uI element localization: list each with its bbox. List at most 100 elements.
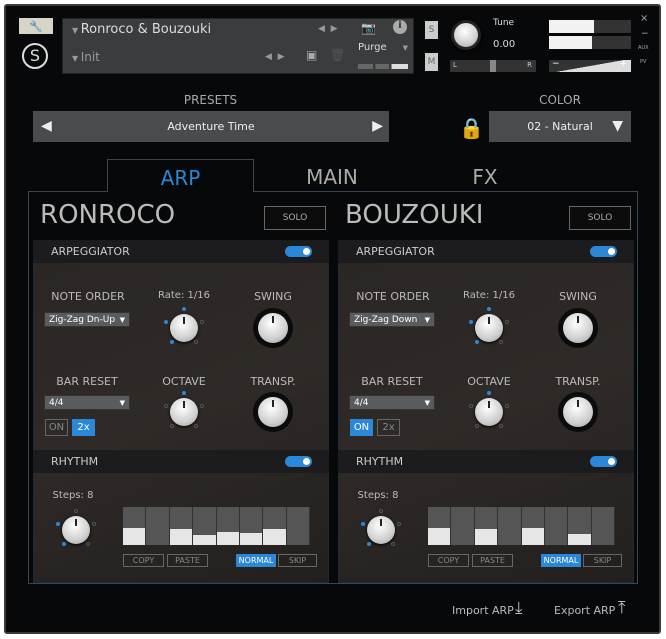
close-button[interactable]: × (640, 13, 648, 24)
step-level (193, 534, 216, 545)
rate-knob-indicator-dot (475, 340, 479, 344)
wrench-icon[interactable]: 🔧 (19, 18, 53, 34)
preset-prev-icon[interactable]: ◀ (41, 118, 52, 134)
step-cell[interactable] (193, 507, 217, 545)
arpeggiator-toggle[interactable] (285, 246, 312, 257)
slot-prev-next[interactable]: ◀ ▶ (265, 52, 285, 62)
purge-dropdown[interactable]: Purge ▼ (358, 42, 408, 53)
save-icon[interactable]: ▣ (306, 48, 317, 62)
mute-button[interactable]: M (425, 53, 438, 71)
copy-button[interactable]: COPY (123, 554, 164, 567)
pan-handle[interactable] (490, 60, 496, 72)
step-cell[interactable] (428, 507, 452, 545)
bar-reset-on-button[interactable]: ON (350, 419, 373, 436)
step-cell[interactable] (591, 507, 615, 545)
step-cell[interactable] (521, 507, 545, 545)
solo-button[interactable]: S (425, 21, 438, 39)
step-cell[interactable] (568, 507, 592, 545)
delete-icon[interactable]: 🗑 (330, 48, 345, 62)
instrument-prev-next[interactable]: ◀ ▶ (318, 24, 338, 34)
octave-knob-indicator-dot (164, 404, 168, 408)
chevron-down-icon: ▼ (612, 118, 623, 134)
paste-button[interactable]: PASTE (167, 554, 208, 567)
step-level (263, 529, 286, 545)
step-cell[interactable] (286, 507, 310, 545)
rhythm-toggle[interactable] (285, 456, 312, 467)
step-cell[interactable] (263, 507, 287, 545)
rhythm-toggle[interactable] (590, 456, 617, 467)
step-cell[interactable] (146, 507, 170, 545)
rate-knob[interactable] (170, 314, 198, 342)
steps-label: Steps: 8 (357, 490, 399, 501)
octave-knob[interactable] (170, 398, 198, 426)
steps-knob-indicator-dot (56, 522, 60, 526)
camera-icon[interactable]: 📷 (361, 21, 376, 35)
upload-icon[interactable]: ⤒ (618, 598, 626, 618)
step-cell[interactable] (544, 507, 569, 545)
steps-knob-indicator-dot (367, 542, 371, 546)
bar-reset-on-button[interactable]: ON (45, 419, 68, 436)
pv-button[interactable]: PV (640, 59, 646, 65)
step-cell[interactable] (123, 507, 147, 545)
skip-mode-button[interactable]: SKIP (278, 554, 317, 567)
note-order-dropdown[interactable]: Zig-Zag Down ▼ (349, 312, 435, 327)
rate-knob[interactable] (475, 314, 503, 342)
minimize-button[interactable]: − (641, 29, 649, 39)
preset-next-icon[interactable]: ▶ (372, 118, 383, 134)
instrument-name: Ronroco & Bouzouki (80, 22, 212, 37)
aux-button[interactable]: AUX (638, 45, 649, 51)
transpose-knob[interactable] (258, 397, 288, 427)
volume-slider[interactable]: − + (549, 59, 631, 72)
paste-button[interactable]: PASTE (472, 554, 513, 567)
lock-icon[interactable]: 🔒 (459, 116, 484, 140)
step-cell[interactable] (169, 507, 194, 545)
normal-mode-button[interactable]: NORMAL (541, 554, 581, 567)
copy-button[interactable]: COPY (428, 554, 469, 567)
transpose-knob[interactable] (563, 397, 593, 427)
arpeggiator-toggle[interactable] (590, 246, 617, 257)
solo-panel-button[interactable]: SOLO (264, 206, 326, 230)
preset-selector[interactable]: ◀ Adventure Time ▶ (33, 111, 389, 142)
swing-knob[interactable] (563, 313, 593, 343)
skip-mode-button[interactable]: SKIP (583, 554, 622, 567)
bar-reset-2x-button[interactable]: 2x (72, 419, 95, 436)
rhythm-label: RHYTHM (356, 455, 404, 468)
normal-mode-button[interactable]: NORMAL (236, 554, 276, 567)
pan-slider[interactable]: LR (450, 60, 536, 72)
step-cell[interactable] (451, 507, 475, 545)
rate-knob-indicator-dot (164, 320, 168, 324)
steps-knob[interactable] (367, 516, 395, 544)
volume-plus[interactable]: + (619, 59, 627, 69)
chevron-down-icon: ▼ (424, 398, 430, 407)
color-value: 02 - Natural (527, 120, 593, 133)
swing-knob[interactable] (258, 313, 288, 343)
purge-meter (358, 64, 408, 69)
purge-label: Purge (358, 42, 387, 53)
export-arp-button[interactable]: Export ARP (554, 604, 615, 617)
color-dropdown[interactable]: 02 - Natural ▼ (489, 111, 631, 142)
info-icon[interactable]: i (393, 20, 407, 34)
download-icon[interactable]: ⤓ (515, 598, 523, 618)
bar-reset-dropdown[interactable]: 4/4 ▼ (349, 395, 435, 410)
steps-knob-indicator-dot (391, 542, 395, 546)
steps-label: Steps: 8 (52, 490, 94, 501)
solo-panel-button[interactable]: SOLO (569, 206, 631, 230)
instrument-dropdown[interactable]: ▼ Ronroco & Bouzouki (72, 22, 211, 37)
chevron-down-icon: ▼ (119, 315, 125, 324)
steps-knob[interactable] (62, 516, 90, 544)
bar-reset-dropdown[interactable]: 4/4 ▼ (44, 395, 130, 410)
preset-slot-dropdown[interactable]: ▼ Init (72, 50, 100, 64)
octave-knob[interactable] (475, 398, 503, 426)
note-order-dropdown[interactable]: Zig-Zag Dn-Up ▼ (44, 312, 130, 327)
tab-arp[interactable]: ARP (107, 159, 254, 192)
step-cell[interactable] (216, 507, 240, 545)
volume-minus[interactable]: − (552, 59, 560, 69)
step-cell[interactable] (474, 507, 499, 545)
step-cell[interactable] (239, 507, 264, 545)
bar-reset-2x-button[interactable]: 2x (377, 419, 400, 436)
tab-fx[interactable]: FX (420, 165, 550, 189)
step-cell[interactable] (498, 507, 522, 545)
import-arp-button[interactable]: Import ARP (452, 604, 514, 617)
tune-knob[interactable] (451, 20, 481, 50)
tab-main[interactable]: MAIN (262, 165, 402, 189)
